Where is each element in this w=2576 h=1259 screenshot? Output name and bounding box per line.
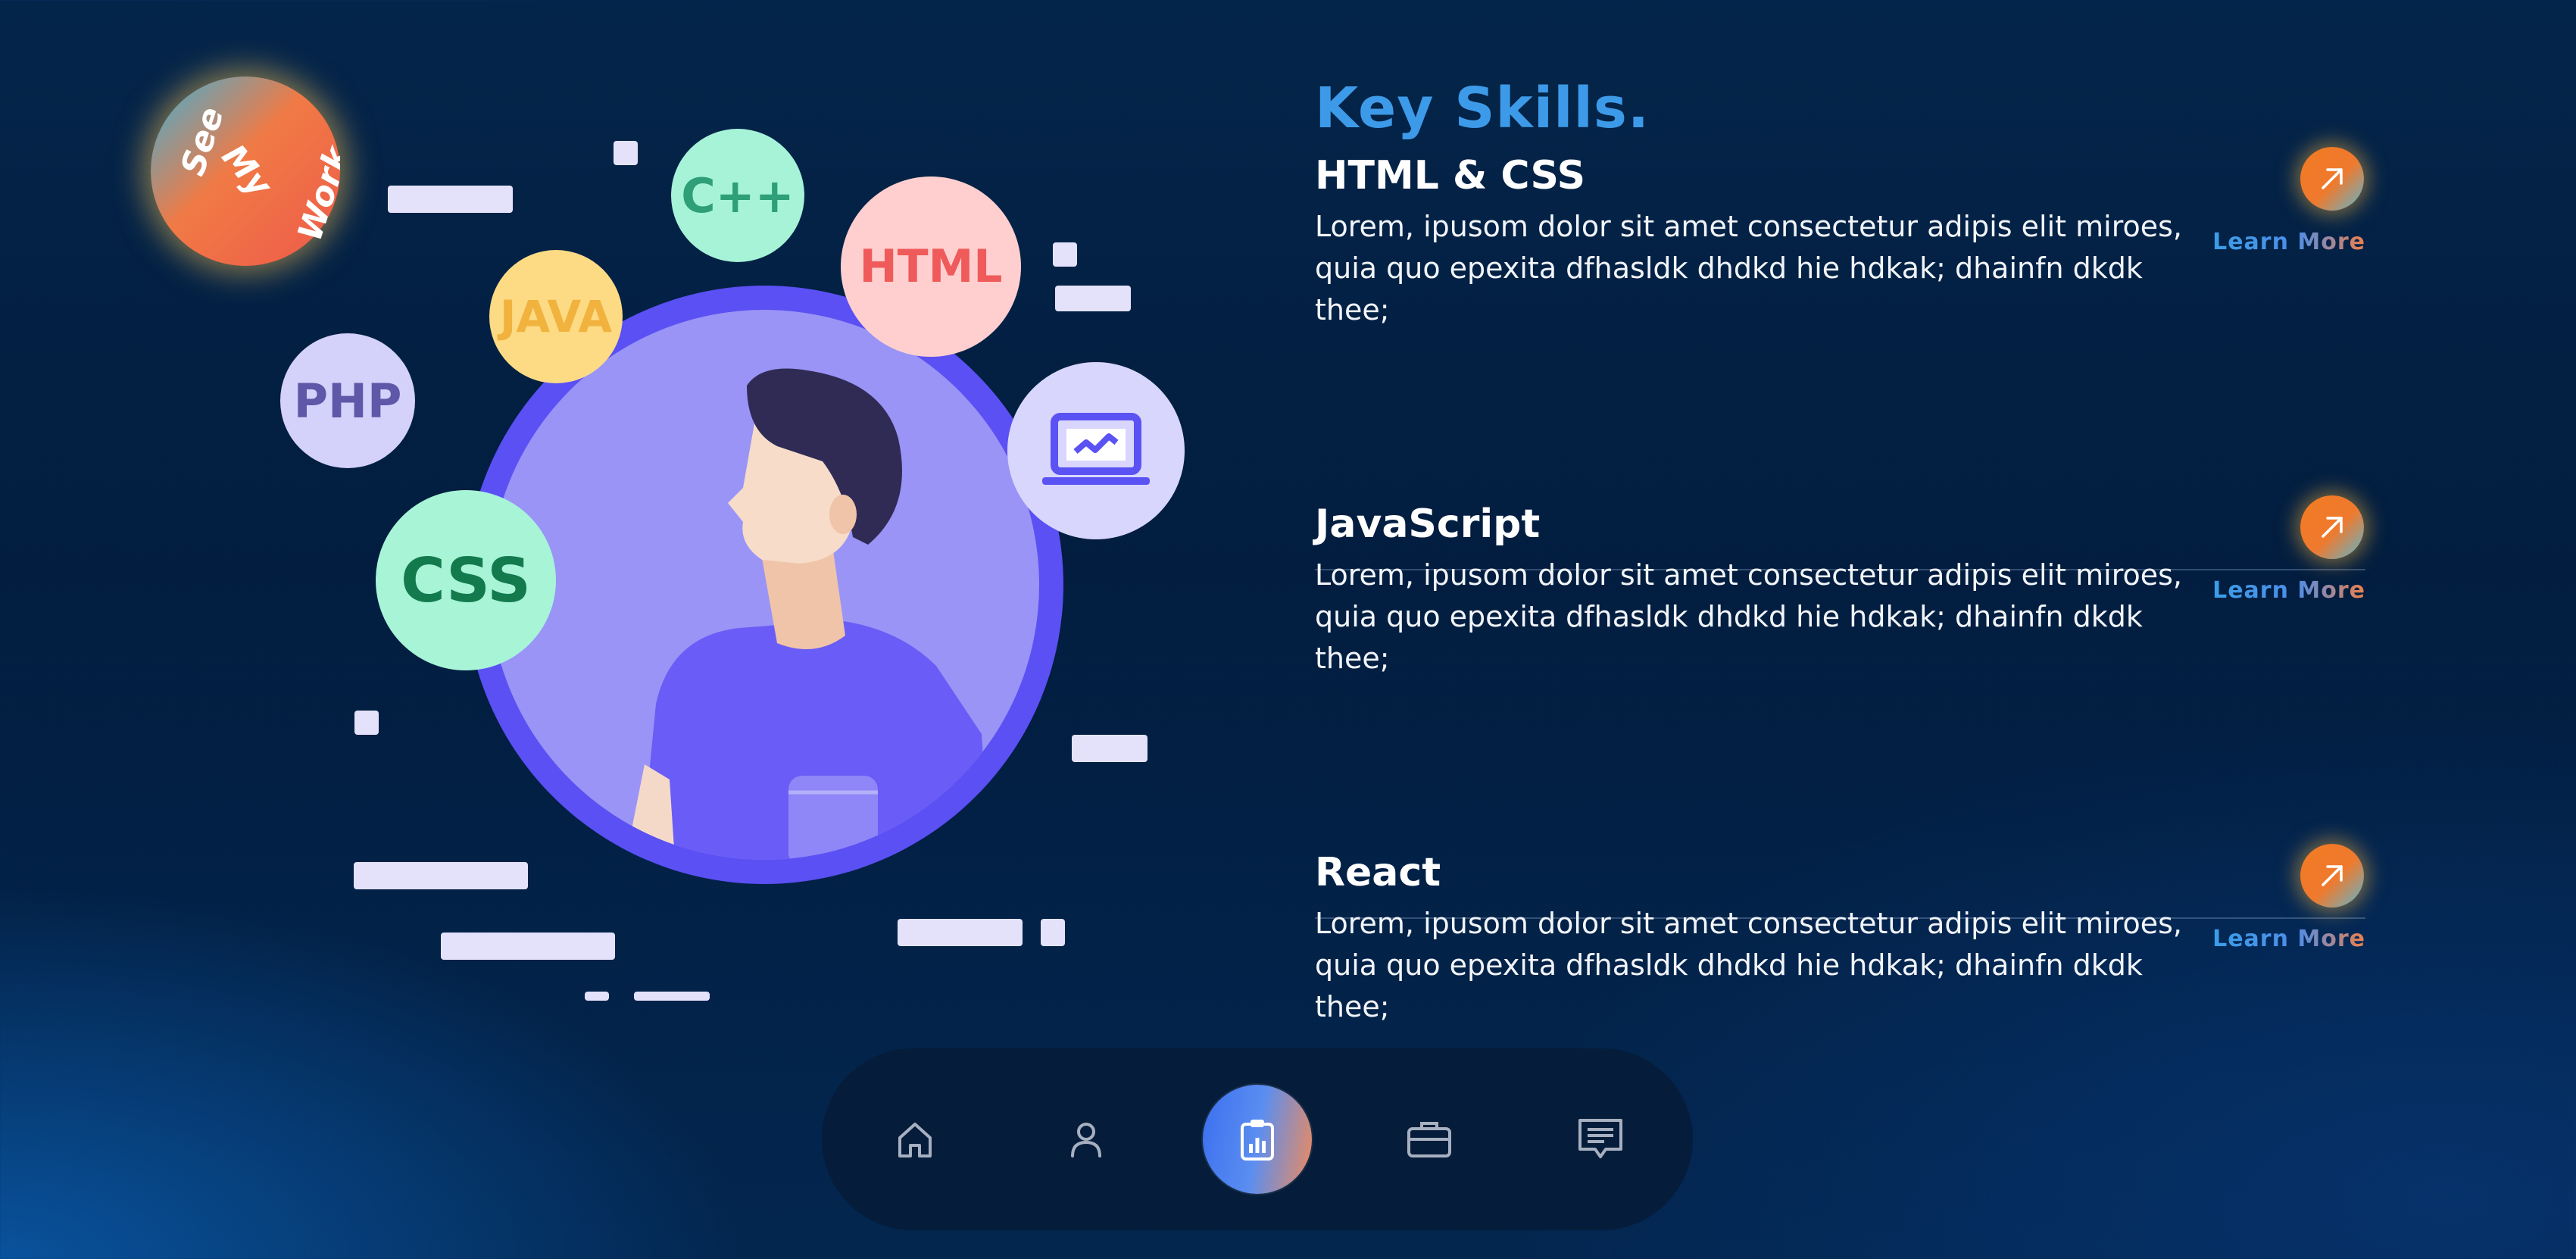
- php-bubble: PHP: [280, 333, 415, 468]
- skills-clipboard-chart-icon: [1241, 1120, 1274, 1161]
- cpp-bubble: C++: [671, 129, 804, 262]
- cpp-label: C++: [681, 167, 795, 223]
- decor-bar: [634, 992, 710, 1001]
- message-icon: [1578, 1119, 1622, 1158]
- user-icon: [1071, 1123, 1101, 1157]
- badge-work: Work: [291, 140, 340, 245]
- decor-bar: [1072, 735, 1147, 762]
- decor-square: [1053, 242, 1077, 267]
- nav-profile[interactable]: [1032, 1085, 1141, 1194]
- decor-square: [585, 992, 609, 1001]
- nav-contact[interactable]: [1546, 1085, 1655, 1194]
- java-bubble: JAVA: [489, 250, 623, 383]
- decor-bar: [1055, 286, 1131, 311]
- skill-item: JavaScript Lorem, ipusom dolor sit amet …: [1315, 495, 2365, 919]
- skill-item: HTML & CSS Lorem, ipusom dolor sit amet …: [1315, 147, 2365, 570]
- skill-description: Lorem, ipusom dolor sit amet consectetur…: [1315, 210, 2182, 326]
- decor-bar: [354, 862, 528, 889]
- html-label: HTML: [859, 240, 1003, 293]
- bottom-nav: [822, 1048, 1693, 1230]
- learn-more-link[interactable]: Learn More: [2212, 577, 2365, 604]
- nav-portfolio[interactable]: [1375, 1085, 1484, 1194]
- skill-name: React: [1315, 850, 1441, 895]
- decor-square: [614, 141, 638, 165]
- arrow-up-right-icon: [2322, 168, 2343, 189]
- laptop-icon: [1042, 413, 1150, 485]
- arrow-up-right-icon: [2322, 517, 2343, 538]
- skill-name: HTML & CSS: [1315, 153, 1586, 198]
- decor-bar: [898, 919, 1023, 946]
- see-my-work-text: See My Work: [173, 102, 340, 245]
- learn-more-link[interactable]: Learn More: [2212, 926, 2365, 952]
- decor-square: [1041, 919, 1065, 946]
- briefcase-icon: [1407, 1122, 1451, 1157]
- html-bubble: HTML: [841, 177, 1021, 357]
- learn-more-link[interactable]: Learn More: [2212, 229, 2365, 255]
- laptop-bubble: [1007, 362, 1185, 539]
- decor-bar: [388, 186, 513, 213]
- java-label: JAVA: [499, 291, 613, 342]
- skill-name: JavaScript: [1315, 501, 1541, 547]
- skill-arrow-button[interactable]: [2300, 495, 2364, 559]
- css-bubble: CSS: [376, 490, 556, 670]
- skill-description: Lorem, ipusom dolor sit amet consectetur…: [1315, 907, 2182, 1023]
- key-skills-title: Key Skills.: [1315, 76, 1650, 141]
- skill-arrow-button[interactable]: [2300, 844, 2364, 908]
- decor-bar: [441, 933, 615, 960]
- badge-my: My: [214, 137, 280, 205]
- avatar: [489, 310, 1039, 860]
- decor-square: [354, 711, 379, 735]
- home-icon: [898, 1123, 932, 1157]
- css-label: CSS: [401, 545, 531, 616]
- arrow-up-right-icon: [2322, 865, 2343, 886]
- skill-arrow-button[interactable]: [2300, 147, 2364, 211]
- nav-home[interactable]: [860, 1085, 970, 1194]
- nav-skills[interactable]: [1203, 1085, 1312, 1194]
- skill-description: Lorem, ipusom dolor sit amet consectetur…: [1315, 558, 2182, 675]
- see-my-work-badge[interactable]: See My Work: [151, 77, 340, 266]
- php-label: PHP: [293, 373, 402, 429]
- developer-figure: [626, 368, 989, 860]
